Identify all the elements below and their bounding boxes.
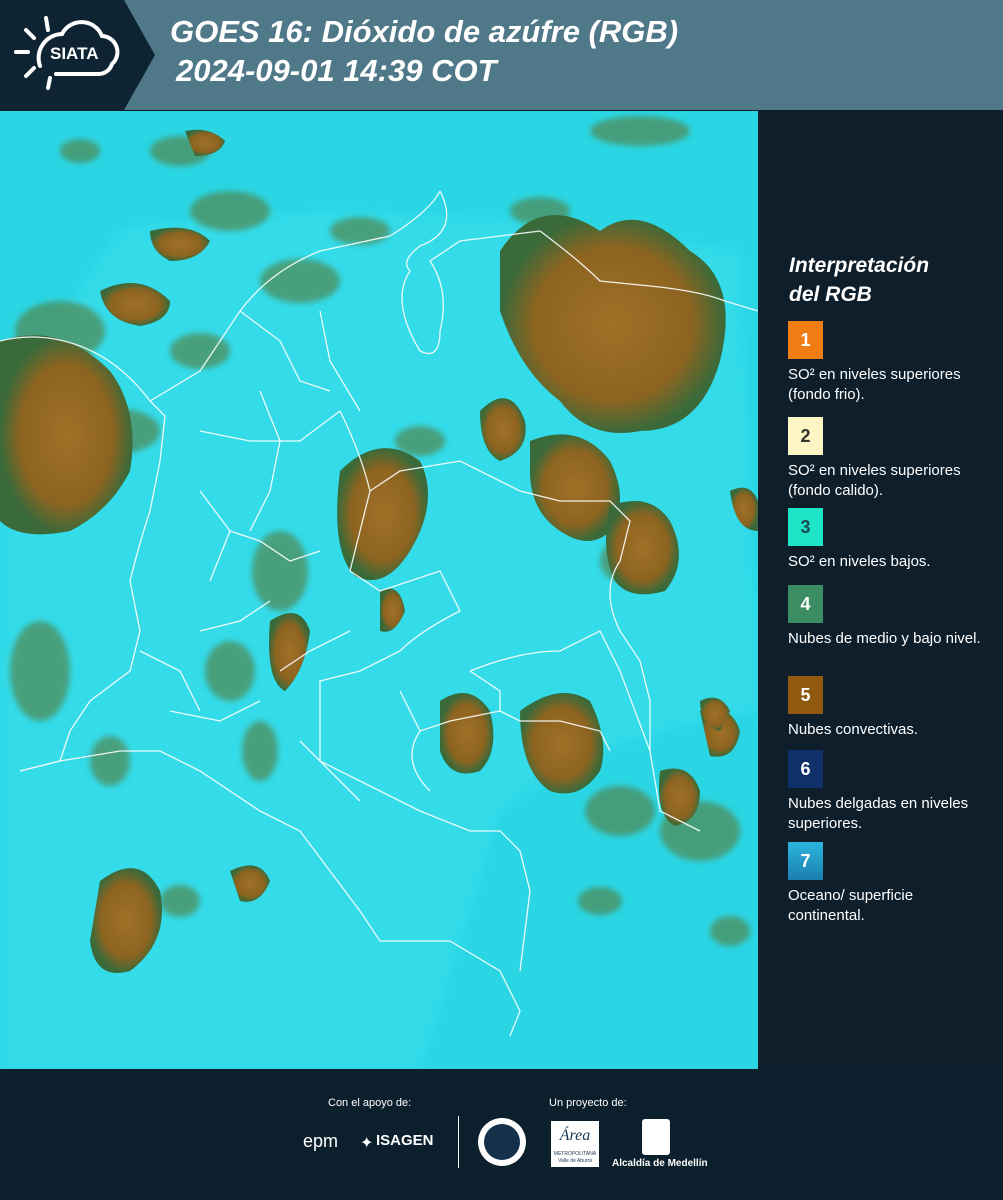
- isagen-logo[interactable]: ISAGEN: [376, 1132, 434, 1149]
- footer-bar: Con el apoyo de: Un proyecto de: epm ✦ I…: [0, 1069, 1003, 1200]
- legend-label-1: SO² en niveles superiores (fondo frio).: [788, 366, 961, 403]
- support-label: Con el apoyo de:: [328, 1097, 412, 1109]
- legend-swatch-7: 7: [788, 842, 823, 880]
- legend-panel: Interpretación del RGB 1 SO² en niveles …: [758, 111, 1003, 1069]
- page-timestamp: 2024-09-01 14:39 COT: [176, 53, 497, 88]
- legend-label-4: Nubes de medio y bajo nivel.: [788, 630, 981, 647]
- legend-swatch-4: 4: [788, 585, 823, 623]
- legend-item-5: 5 Nubes convectivas.: [788, 676, 993, 740]
- satellite-map[interactable]: [0, 111, 758, 1069]
- medellin-shield-icon: [642, 1119, 670, 1155]
- legend-label-6: Nubes delgadas en niveles superiores.: [788, 795, 969, 832]
- legend-item-6: 6 Nubes delgadas en niveles superiores.: [788, 750, 993, 834]
- legend-item-7: 7 Oceano/ superficie continental.: [788, 842, 993, 926]
- project-label: Un proyecto de:: [549, 1097, 627, 1109]
- legend-title-line2: del RGB: [789, 283, 872, 306]
- medellin-seal-logo[interactable]: [478, 1118, 526, 1166]
- legend-swatch-2: 2: [788, 417, 823, 455]
- legend-item-1: 1 SO² en niveles superiores (fondo frio)…: [788, 321, 993, 405]
- area-metropolitana-logo[interactable]: Área METROPOLITANA Valle de Aburrá: [551, 1121, 599, 1167]
- legend-label-7: Oceano/ superficie continental.: [788, 887, 914, 924]
- legend-swatch-3: 3: [788, 508, 823, 546]
- legend-label-3: SO² en niveles bajos.: [788, 553, 931, 570]
- isagen-star-icon: ✦: [360, 1135, 374, 1152]
- area-metropolitana-sub2: Valle de Aburrá: [558, 1158, 592, 1164]
- page-title: GOES 16: Dióxido de azúfre (RGB): [170, 14, 679, 49]
- legend-item-4: 4 Nubes de medio y bajo nivel.: [788, 585, 993, 649]
- legend-swatch-6: 6: [788, 750, 823, 788]
- legend-title-line1: Interpretación: [789, 254, 930, 277]
- legend-item-2: 2 SO² en niveles superiores (fondo calid…: [788, 417, 993, 501]
- logo-text: SIATA: [50, 44, 99, 63]
- siata-logo[interactable]: SIATA: [0, 0, 155, 110]
- legend-label-2: SO² en niveles superiores (fondo calido)…: [788, 462, 961, 499]
- alcaldia-label[interactable]: Alcaldía de Medellín: [612, 1158, 708, 1169]
- legend-swatch-5: 5: [788, 676, 823, 714]
- legend-label-5: Nubes convectivas.: [788, 721, 919, 738]
- footer-divider: [458, 1116, 459, 1168]
- legend-title: Interpretación del RGB: [789, 251, 989, 309]
- medellin-seal-inner-icon: [484, 1124, 520, 1160]
- area-metropolitana-text: Área: [559, 1127, 591, 1144]
- satellite-image: [0, 111, 758, 1069]
- area-metropolitana-sub1: METROPOLITANA: [553, 1151, 597, 1157]
- legend-swatch-1: 1: [788, 321, 823, 359]
- header-bar: SIATA GOES 16: Dióxido de azúfre (RGB) 2…: [0, 0, 1003, 110]
- legend-item-3: 3 SO² en niveles bajos.: [788, 508, 993, 572]
- epm-logo[interactable]: epm: [303, 1131, 338, 1152]
